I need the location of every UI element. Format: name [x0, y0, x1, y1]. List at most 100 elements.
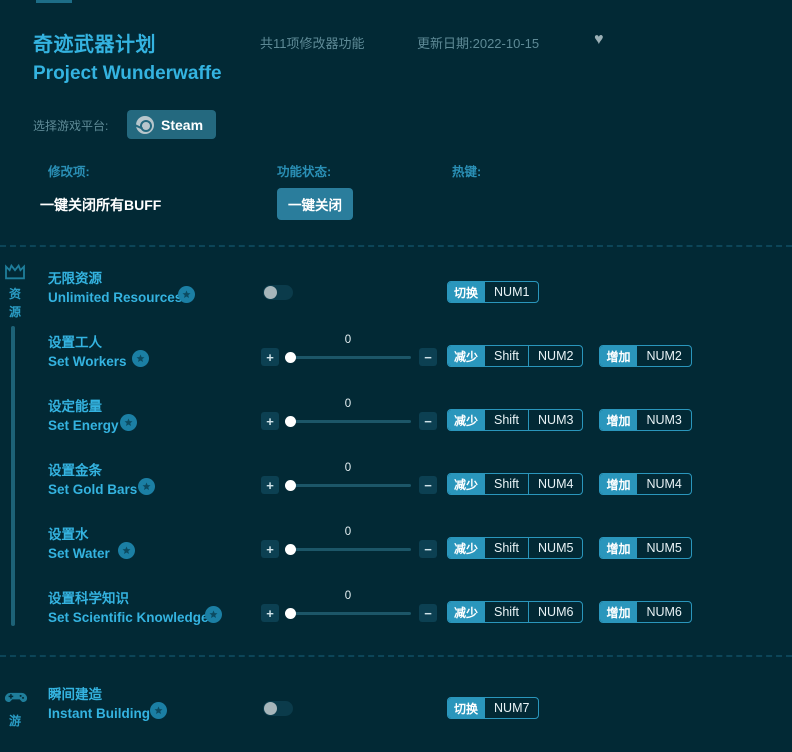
- slider-increment-button[interactable]: +: [261, 476, 279, 494]
- slider-handle[interactable]: [285, 608, 296, 619]
- slider-increment-button[interactable]: +: [261, 348, 279, 366]
- hotkey-key-label: Shift: [484, 602, 528, 622]
- slider-handle[interactable]: [285, 352, 296, 363]
- feature-row: 设置水 Set Water + − 0 减少 Shift NUM5 增加 NUM5: [0, 526, 792, 584]
- feature-row: 设置工人 Set Workers + −0 减少 Shift NUM2 增加 NUM2: [0, 334, 792, 392]
- slider-decrement-button[interactable]: −: [419, 476, 437, 494]
- section-divider-top: [0, 245, 792, 247]
- hotkey-chip[interactable]: 增加 NUM4: [599, 473, 692, 495]
- toggle-knob: [264, 702, 277, 715]
- hotkey-chip[interactable]: 减少 Shift NUM6: [447, 601, 584, 623]
- slider-handle[interactable]: [285, 416, 296, 427]
- slider-increment-button[interactable]: +: [261, 412, 279, 430]
- hotkey-chip[interactable]: 切换 NUM1: [447, 281, 540, 303]
- star-icon[interactable]: [132, 350, 149, 367]
- hotkey-group: 减少 Shift NUM6 增加 NUM6: [447, 601, 692, 623]
- section-divider-bottom: [0, 655, 792, 657]
- hotkey-chip[interactable]: 增加 NUM3: [599, 409, 692, 431]
- hotkey-action-label: 切换: [448, 282, 485, 302]
- feature-name-en: Set Scientific Knowledge: [48, 610, 209, 625]
- slider-decrement-button[interactable]: −: [419, 540, 437, 558]
- feature-name-block: 设置科学知识 Set Scientific Knowledge: [48, 590, 209, 627]
- slider-increment-button[interactable]: +: [261, 604, 279, 622]
- feature-row: 无限资源 Unlimited Resources 切换 NUM1: [0, 270, 792, 328]
- slider-track[interactable]: [285, 548, 411, 551]
- slider-track[interactable]: [285, 356, 411, 359]
- feature-row: 设置科学知识 Set Scientific Knowledge + − 0 减少 Shift…: [0, 590, 792, 648]
- platform-select-label: 选择游戏平台:: [33, 119, 109, 133]
- feature-name-cn: 设置金条: [48, 463, 102, 478]
- feature-name-en: Set Workers: [48, 354, 127, 369]
- slider-value: 0: [344, 526, 352, 538]
- feature-name-en: Set Water: [48, 546, 110, 561]
- top-tab-indicator: [36, 0, 72, 3]
- platform-steam-button[interactable]: Steam: [127, 110, 217, 139]
- column-header-status: 功能状态:: [277, 165, 332, 179]
- hotkey-key-label: NUM6: [528, 602, 582, 622]
- feature-name-en: Set Gold Bars: [48, 482, 138, 497]
- hotkey-key-label: NUM3: [636, 410, 690, 430]
- slider-decrement-button[interactable]: −: [419, 604, 437, 622]
- page-title-cn: 奇迹武器计划: [33, 34, 156, 56]
- star-icon[interactable]: [118, 542, 135, 559]
- master-disable-button[interactable]: 一键关闭: [277, 188, 353, 220]
- star-icon[interactable]: [138, 478, 155, 495]
- hotkey-key-label: NUM4: [528, 474, 582, 494]
- slider-track[interactable]: [285, 612, 411, 615]
- hotkey-chip[interactable]: 减少 Shift NUM5: [447, 537, 584, 559]
- slider-track[interactable]: [285, 420, 411, 423]
- slider-handle[interactable]: [285, 480, 296, 491]
- hotkey-chip[interactable]: 减少 Shift NUM3: [447, 409, 584, 431]
- favorite-heart-icon[interactable]: ♥: [594, 32, 604, 48]
- feature-name-cn: 无限资源: [48, 271, 102, 286]
- hotkey-action-label: 增加: [600, 474, 637, 494]
- star-icon[interactable]: [120, 414, 137, 431]
- master-disable-label: 一键关闭所有BUFF: [40, 197, 162, 213]
- hotkey-action-label: 减少: [448, 346, 485, 366]
- hotkey-group: 减少 Shift NUM5 增加 NUM5: [447, 537, 692, 559]
- slider-track[interactable]: [285, 484, 411, 487]
- hotkey-action-label: 减少: [448, 410, 485, 430]
- star-icon[interactable]: [178, 286, 195, 303]
- feature-toggle[interactable]: [263, 701, 293, 716]
- feature-name-block: 设置工人 Set Workers: [48, 334, 127, 371]
- slider-increment-button[interactable]: +: [261, 540, 279, 558]
- hotkey-key-label: NUM6: [636, 602, 690, 622]
- slider-decrement-button[interactable]: −: [419, 412, 437, 430]
- hotkey-group: 切换 NUM7: [447, 697, 540, 719]
- hotkey-key-label: Shift: [484, 474, 528, 494]
- slider-value: 0: [344, 590, 352, 602]
- star-icon[interactable]: [205, 606, 222, 623]
- feature-name-block: 设定能量 Set Energy: [48, 398, 119, 435]
- hotkey-chip[interactable]: 减少 Shift NUM4: [447, 473, 584, 495]
- hotkey-chip[interactable]: 切换 NUM7: [447, 697, 540, 719]
- hotkey-action-label: 减少: [448, 602, 485, 622]
- feature-name-cn: 设置水: [48, 527, 89, 542]
- hotkey-key-label: NUM4: [636, 474, 690, 494]
- hotkey-group: 减少 Shift NUM3 增加 NUM3: [447, 409, 692, 431]
- slider-handle[interactable]: [285, 544, 296, 555]
- hotkey-group: 切换 NUM1: [447, 281, 540, 303]
- hotkey-action-label: 减少: [448, 538, 485, 558]
- star-icon[interactable]: [150, 702, 167, 719]
- toggle-knob: [264, 286, 277, 299]
- hotkey-key-label: NUM2: [636, 346, 690, 366]
- hotkey-chip[interactable]: 增加 NUM2: [599, 345, 692, 367]
- hotkey-key-label: Shift: [484, 346, 528, 366]
- hotkey-group: 减少 Shift NUM4 增加 NUM4: [447, 473, 692, 495]
- platform-steam-label: Steam: [161, 116, 204, 133]
- feature-toggle[interactable]: [263, 285, 293, 300]
- slider-decrement-button[interactable]: −: [419, 348, 437, 366]
- hotkey-key-label: NUM1: [484, 282, 538, 302]
- hotkey-chip[interactable]: 增加 NUM5: [599, 537, 692, 559]
- hotkey-chip[interactable]: 减少 Shift NUM2: [447, 345, 584, 367]
- feature-name-block: 设置金条 Set Gold Bars: [48, 462, 137, 499]
- feature-name-cn: 设置科学知识: [48, 591, 129, 606]
- hotkey-action-label: 增加: [600, 602, 637, 622]
- feature-name-cn: 瞬间建造: [48, 687, 102, 702]
- hotkey-chip[interactable]: 增加 NUM6: [599, 601, 692, 623]
- modifier-app-window: 奇迹武器计划 Project Wunderwaffe 共11项修改器功能 更新日…: [0, 0, 792, 752]
- slider-value: 0: [344, 462, 352, 474]
- feature-row: 设置金条 Set Gold Bars + −0 减少 Shift NUM4 增加 NUM4: [0, 462, 792, 520]
- update-date-label: 更新日期:2022-10-15: [417, 36, 540, 51]
